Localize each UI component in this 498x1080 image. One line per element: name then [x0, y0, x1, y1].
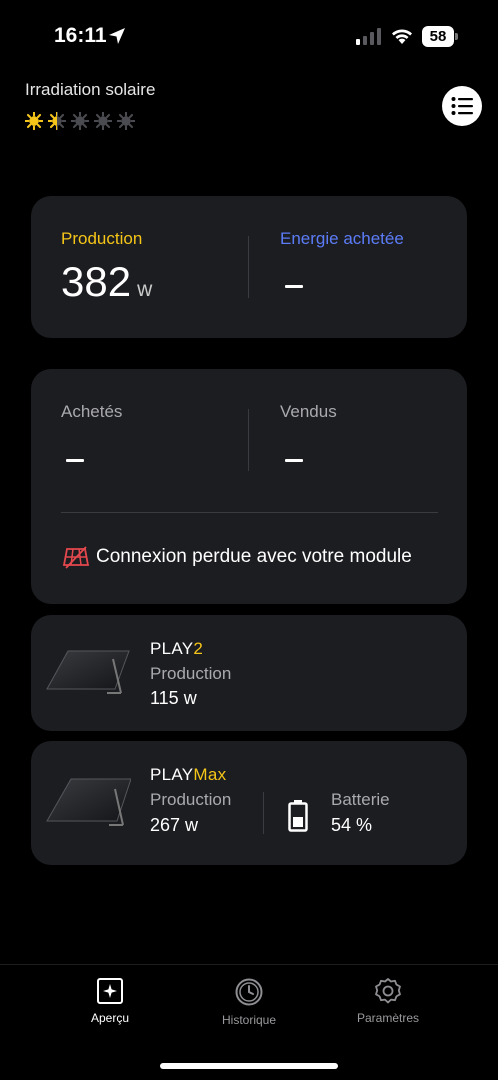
- column-divider: [248, 236, 249, 298]
- settings-icon: [375, 978, 401, 1004]
- location-arrow-icon: [109, 28, 125, 44]
- list-icon: [451, 97, 473, 115]
- energy-bought-label: Energie achetée: [280, 229, 404, 248]
- bought-value: [66, 459, 84, 462]
- cellular-signal-icon: [356, 28, 381, 45]
- production-card[interactable]: Production 382 w Energie achetée: [31, 196, 467, 338]
- solar-panel-image: [46, 778, 131, 826]
- device-name-suffix: 2: [193, 639, 204, 658]
- device-battery-value: 54 %: [331, 815, 373, 835]
- menu-button[interactable]: [442, 86, 482, 126]
- trade-card[interactable]: Achetés Vendus Connexion perdue avec vot…: [31, 369, 467, 604]
- production-value: 382 w: [61, 258, 152, 306]
- sun-icon: [94, 112, 112, 130]
- column-divider: [248, 409, 249, 471]
- column-divider: [263, 792, 264, 834]
- sun-icon: [48, 112, 66, 130]
- battery-percentage: 58: [429, 28, 447, 45]
- status-bar: 16:11 58: [0, 0, 498, 74]
- production-number: 382: [61, 258, 132, 305]
- device-production-label: Production: [150, 664, 232, 683]
- irradiation-rating: [25, 112, 135, 132]
- section-divider: [61, 512, 438, 513]
- battery-level-icon: [288, 800, 308, 832]
- production-unit: w: [137, 278, 153, 301]
- sold-value: [285, 459, 303, 462]
- battery-status-icon: 58: [422, 26, 458, 47]
- device-name-suffix: Max: [193, 765, 227, 784]
- tab-overview[interactable]: Aperçu: [50, 977, 170, 1025]
- sun-icon: [71, 112, 89, 130]
- tab-label: Aperçu: [90, 1011, 130, 1025]
- tab-label: Paramètres: [356, 1011, 420, 1025]
- sold-label: Vendus: [280, 402, 337, 421]
- tab-history[interactable]: Historique: [189, 977, 309, 1027]
- tab-settings[interactable]: Paramètres: [328, 977, 448, 1025]
- device-name: PLAYMax: [150, 765, 226, 785]
- device-production-label: Production: [150, 790, 232, 809]
- device-card-playmax[interactable]: PLAYMax Production 267 w Batterie 54 %: [31, 741, 467, 865]
- wifi-icon: [392, 29, 412, 44]
- overview-icon: [97, 978, 123, 1004]
- energy-bought-value: [285, 285, 303, 288]
- home-indicator[interactable]: [160, 1063, 338, 1069]
- device-production-value: 115 w: [150, 688, 197, 708]
- irradiation-title: Irradiation solaire: [25, 80, 156, 99]
- device-name-prefix: PLAY: [150, 765, 194, 784]
- bought-label: Achetés: [61, 402, 123, 421]
- broken-panel-icon: [63, 546, 89, 569]
- tab-label: Historique: [221, 1013, 277, 1027]
- solar-panel-image: [46, 650, 130, 694]
- device-card-play2[interactable]: PLAY2 Production 115 w: [31, 615, 467, 731]
- sun-icon: [117, 112, 135, 130]
- device-production-value: 267 w: [150, 815, 199, 835]
- production-label: Production: [61, 229, 143, 248]
- device-name: PLAY2: [150, 639, 203, 659]
- connection-lost-message: Connexion perdue avec votre module: [96, 546, 412, 567]
- device-battery-label: Batterie: [331, 790, 390, 809]
- device-name-prefix: PLAY: [150, 639, 194, 658]
- status-time: 16:11: [54, 24, 107, 47]
- history-icon: [235, 978, 263, 1006]
- sun-icon: [25, 112, 43, 130]
